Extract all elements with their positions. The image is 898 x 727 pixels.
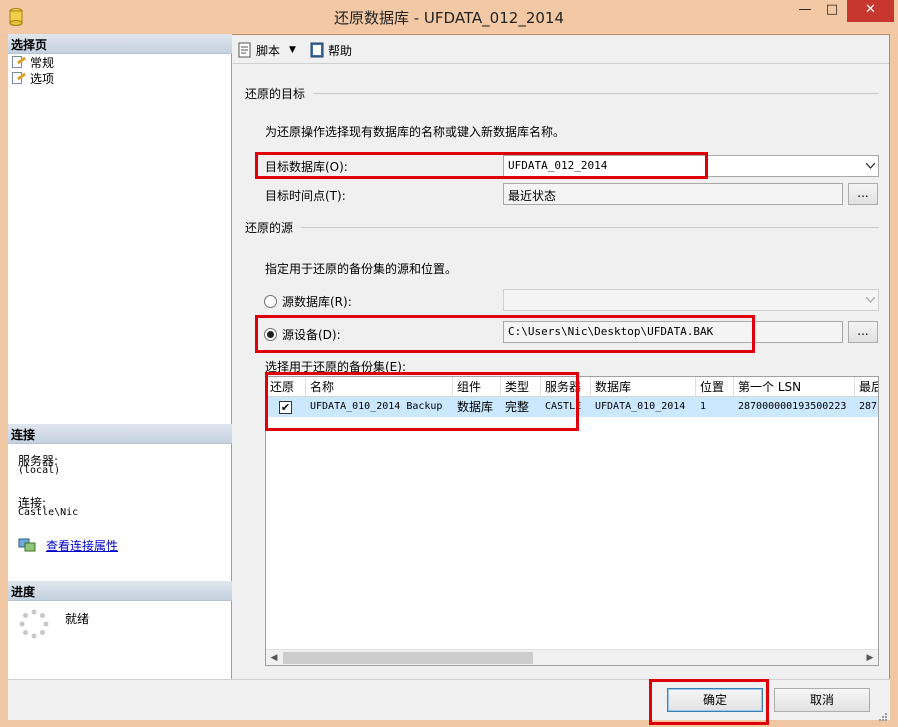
restore-target-title: 还原的目标	[245, 87, 306, 101]
page-item-label: 常规	[30, 55, 55, 70]
restore-checkbox[interactable]: ✔	[279, 401, 292, 414]
page-item-options[interactable]: 选项	[12, 70, 54, 86]
script-button[interactable]: 脚本 ▼	[237, 40, 296, 60]
from-device-value: C:\Users\Nic\Desktop\UFDATA.BAK	[508, 325, 714, 338]
horizontal-scrollbar[interactable]: ◀ ▶	[266, 649, 878, 665]
table-row[interactable]: ✔ UFDATA_010_2014 Backup 数据库 完整 CASTLE U…	[266, 397, 878, 417]
script-label: 脚本	[256, 43, 281, 58]
progress-spinner-icon	[19, 609, 49, 639]
scrollbar-thumb[interactable]	[283, 652, 533, 664]
help-icon	[310, 42, 324, 58]
view-connection-properties-link[interactable]: 查看连接属性	[46, 537, 118, 554]
chevron-down-icon[interactable]	[862, 156, 878, 176]
to-point-field: 最近状态	[503, 183, 843, 205]
column-header[interactable]: 数据库	[591, 377, 696, 397]
server-value: (local)	[18, 465, 61, 476]
column-header[interactable]: 名称	[306, 377, 453, 397]
column-header[interactable]: 组件	[453, 377, 501, 397]
close-button[interactable]: ✕	[847, 0, 894, 22]
help-button[interactable]: 帮助	[309, 40, 352, 60]
to-point-label: 目标时间点(T):	[265, 189, 346, 203]
column-header[interactable]: 位置	[696, 377, 734, 397]
window-title: 还原数据库 - UFDATA_012_2014	[333, 9, 564, 27]
grid-header: 还原 名称 组件 类型 服务器 数据库 位置 第一个 LSN 最后	[266, 377, 878, 397]
to-database-label: 目标数据库(O):	[265, 160, 348, 174]
help-label: 帮助	[328, 43, 353, 58]
page-icon	[12, 56, 27, 68]
server-cell: CASTLE	[545, 401, 582, 412]
column-header[interactable]: 第一个 LSN	[734, 377, 855, 397]
restore-source-title: 还原的源	[245, 221, 294, 235]
component-cell: 数据库	[457, 400, 494, 414]
connection-properties-icon	[18, 538, 36, 552]
first-lsn-cell: 287000000193500223	[738, 401, 847, 412]
type-cell: 完整	[505, 400, 530, 414]
backup-name-cell: UFDATA_010_2014 Backup	[310, 401, 443, 412]
section-divider	[313, 93, 879, 94]
backup-sets-grid[interactable]: 还原 名称 组件 类型 服务器 数据库 位置 第一个 LSN 最后 ✔ UFDA…	[265, 376, 879, 666]
backup-sets-label: 选择用于还原的备份集(E):	[265, 360, 406, 374]
database-cell: UFDATA_010_2014	[595, 401, 686, 412]
from-database-label: 源数据库(R):	[282, 295, 352, 309]
toolbar: 脚本 ▼ 帮助	[233, 36, 889, 64]
scroll-left-icon[interactable]: ◀	[266, 650, 282, 665]
column-header[interactable]: 服务器	[541, 377, 591, 397]
from-database-radio[interactable]	[264, 295, 277, 308]
from-device-field: C:\Users\Nic\Desktop\UFDATA.BAK	[503, 321, 843, 343]
last-lsn-cell: 287	[859, 401, 878, 412]
from-device-label: 源设备(D):	[282, 328, 341, 342]
ok-button[interactable]: 确定	[667, 688, 763, 712]
connection-header: 连接	[8, 424, 232, 444]
resize-grip-icon[interactable]	[878, 712, 888, 722]
restore-cell[interactable]: ✔	[266, 397, 306, 417]
chevron-down-icon	[862, 290, 878, 310]
from-database-combo	[503, 289, 879, 311]
column-header[interactable]: 类型	[501, 377, 541, 397]
page-item-general[interactable]: 常规	[12, 54, 54, 70]
connection-value: Castle\Nic	[18, 507, 79, 518]
dropdown-arrow-icon[interactable]: ▼	[289, 45, 296, 55]
maximize-button[interactable]: □	[819, 0, 845, 22]
script-icon	[238, 42, 251, 58]
to-point-value: 最近状态	[508, 189, 557, 203]
scroll-right-icon[interactable]: ▶	[862, 650, 878, 665]
cancel-button[interactable]: 取消	[774, 688, 870, 712]
column-header[interactable]: 还原	[266, 377, 306, 397]
dialog-button-bar: 确定 取消	[8, 679, 890, 720]
from-device-browse-button[interactable]: ...	[848, 321, 878, 343]
section-divider	[301, 227, 879, 228]
from-device-radio[interactable]	[264, 328, 277, 341]
progress-status: 就绪	[65, 612, 90, 626]
to-point-browse-button[interactable]: ...	[848, 183, 878, 205]
to-database-value: UFDATA_012_2014	[508, 159, 608, 172]
page-icon	[12, 72, 27, 84]
column-header[interactable]: 最后	[855, 377, 878, 397]
page-item-label: 选项	[30, 71, 55, 86]
to-database-combo[interactable]: UFDATA_012_2014	[503, 155, 879, 177]
restore-source-instruction: 指定用于还原的备份集的源和位置。	[265, 262, 458, 276]
restore-target-instruction: 为还原操作选择现有数据库的名称或键入新数据库名称。	[265, 125, 566, 139]
left-pane: 选择页 常规 选项 连接 服务器: (local) 连接: Castle\Nic…	[8, 34, 232, 679]
select-page-header: 选择页	[8, 34, 232, 54]
position-cell: 1	[700, 401, 707, 412]
minimize-button[interactable]: —	[792, 0, 818, 22]
progress-header: 进度	[8, 581, 232, 601]
